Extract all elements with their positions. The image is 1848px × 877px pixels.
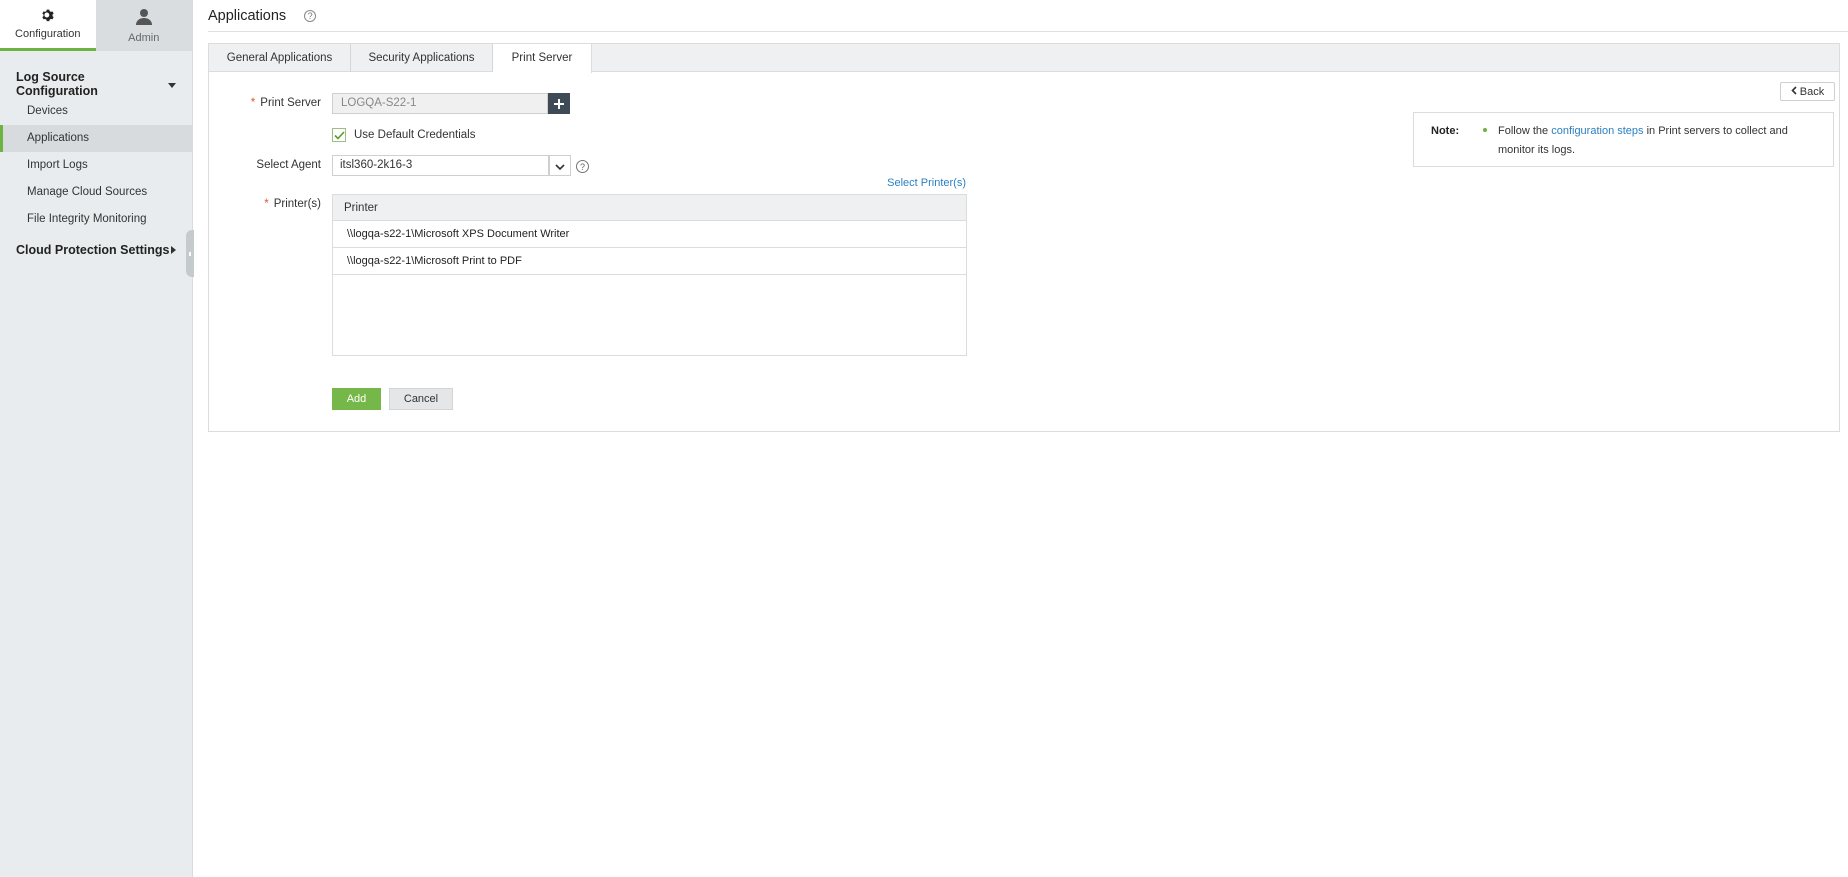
top-tab-label: Configuration	[15, 28, 81, 40]
sidebar-item-import-logs[interactable]: Import Logs	[0, 152, 192, 179]
table-row[interactable]: \\logqa-s22-1\Microsoft XPS Document Wri…	[333, 221, 966, 248]
configuration-steps-link[interactable]: configuration steps	[1551, 125, 1643, 137]
select-printers-link[interactable]: Select Printer(s)	[846, 177, 966, 189]
application-tabs: General Applications Security Applicatio…	[209, 44, 1839, 73]
use-default-credentials-checkbox[interactable]	[332, 128, 346, 142]
sidebar-section-label: Log Source Configuration	[16, 70, 98, 98]
sidebar: Configuration Admin Log Source Configura…	[0, 0, 193, 877]
top-tab-label: Admin	[128, 31, 160, 44]
page-title: Applications	[208, 7, 287, 24]
top-tab-admin[interactable]: Admin	[95, 0, 192, 51]
sidebar-item-devices[interactable]: Devices	[0, 98, 192, 125]
sidebar-item-applications[interactable]: Applications	[0, 125, 192, 152]
note-text-before: Follow the	[1498, 125, 1552, 137]
user-icon	[135, 8, 152, 29]
top-tab-configuration[interactable]: Configuration	[0, 0, 96, 51]
printers-table-header: Printer	[333, 195, 966, 221]
cancel-button[interactable]: Cancel	[389, 388, 453, 410]
plus-icon	[554, 94, 564, 114]
table-row[interactable]: \\logqa-s22-1\Microsoft Print to PDF	[333, 248, 966, 275]
tab-security-applications[interactable]: Security Applications	[351, 44, 493, 72]
applications-panel: General Applications Security Applicatio…	[208, 43, 1840, 432]
select-agent-dropdown[interactable]: itsl360-2k16-3	[332, 155, 549, 176]
sidebar-item-file-integrity-monitoring[interactable]: File Integrity Monitoring	[0, 206, 192, 233]
print-server-label: * Print Server	[247, 97, 321, 109]
add-button[interactable]: Add	[332, 388, 381, 410]
add-print-server-button[interactable]	[548, 93, 570, 114]
gear-icon	[41, 8, 55, 25]
printers-label: * Printer(s)	[247, 198, 321, 210]
printers-label-text: Printer(s)	[273, 198, 321, 210]
tab-general-applications[interactable]: General Applications	[209, 44, 351, 72]
note-box: Note: Follow the configuration steps in …	[1413, 112, 1834, 167]
back-label: Back	[1799, 85, 1825, 98]
back-button[interactable]: Back	[1780, 82, 1835, 101]
note-text: Follow the configuration steps in Print …	[1498, 122, 1818, 160]
tab-print-server[interactable]: Print Server	[493, 44, 592, 73]
note-label: Note:	[1431, 125, 1460, 137]
select-agent-help-icon[interactable]: ?	[576, 160, 589, 173]
required-marker: *	[250, 97, 256, 109]
chevron-left-icon	[1791, 85, 1797, 98]
sidebar-section-cloud-protection-settings[interactable]: Cloud Protection Settings	[0, 236, 192, 264]
sidebar-item-manage-cloud-sources[interactable]: Manage Cloud Sources	[0, 179, 192, 206]
sidebar-collapse-handle[interactable]	[186, 230, 194, 277]
page-header: Applications ?	[208, 0, 1848, 32]
caret-down-icon	[168, 77, 176, 91]
caret-right-icon	[171, 243, 176, 257]
main-content: Applications ? General Applications Secu…	[194, 0, 1848, 877]
note-bullet	[1483, 128, 1487, 132]
help-icon[interactable]: ?	[304, 9, 317, 22]
sidebar-section-label: Cloud Protection Settings	[16, 243, 170, 257]
select-agent-label: Select Agent	[256, 159, 321, 171]
checkmark-icon	[333, 130, 345, 140]
top-tabs: Configuration Admin	[0, 0, 192, 51]
print-server-label-text: Print Server	[260, 97, 321, 109]
chevron-down-icon	[555, 159, 565, 173]
required-marker: *	[264, 198, 269, 210]
select-agent-arrow[interactable]	[549, 155, 571, 176]
sidebar-section-log-source-configuration[interactable]: Log Source Configuration	[0, 70, 192, 98]
printers-table: Printer \\logqa-s22-1\Microsoft XPS Docu…	[332, 194, 967, 356]
print-server-input[interactable]: LOGQA-S22-1	[332, 93, 548, 114]
use-default-credentials-label: Use Default Credentials	[354, 129, 476, 141]
